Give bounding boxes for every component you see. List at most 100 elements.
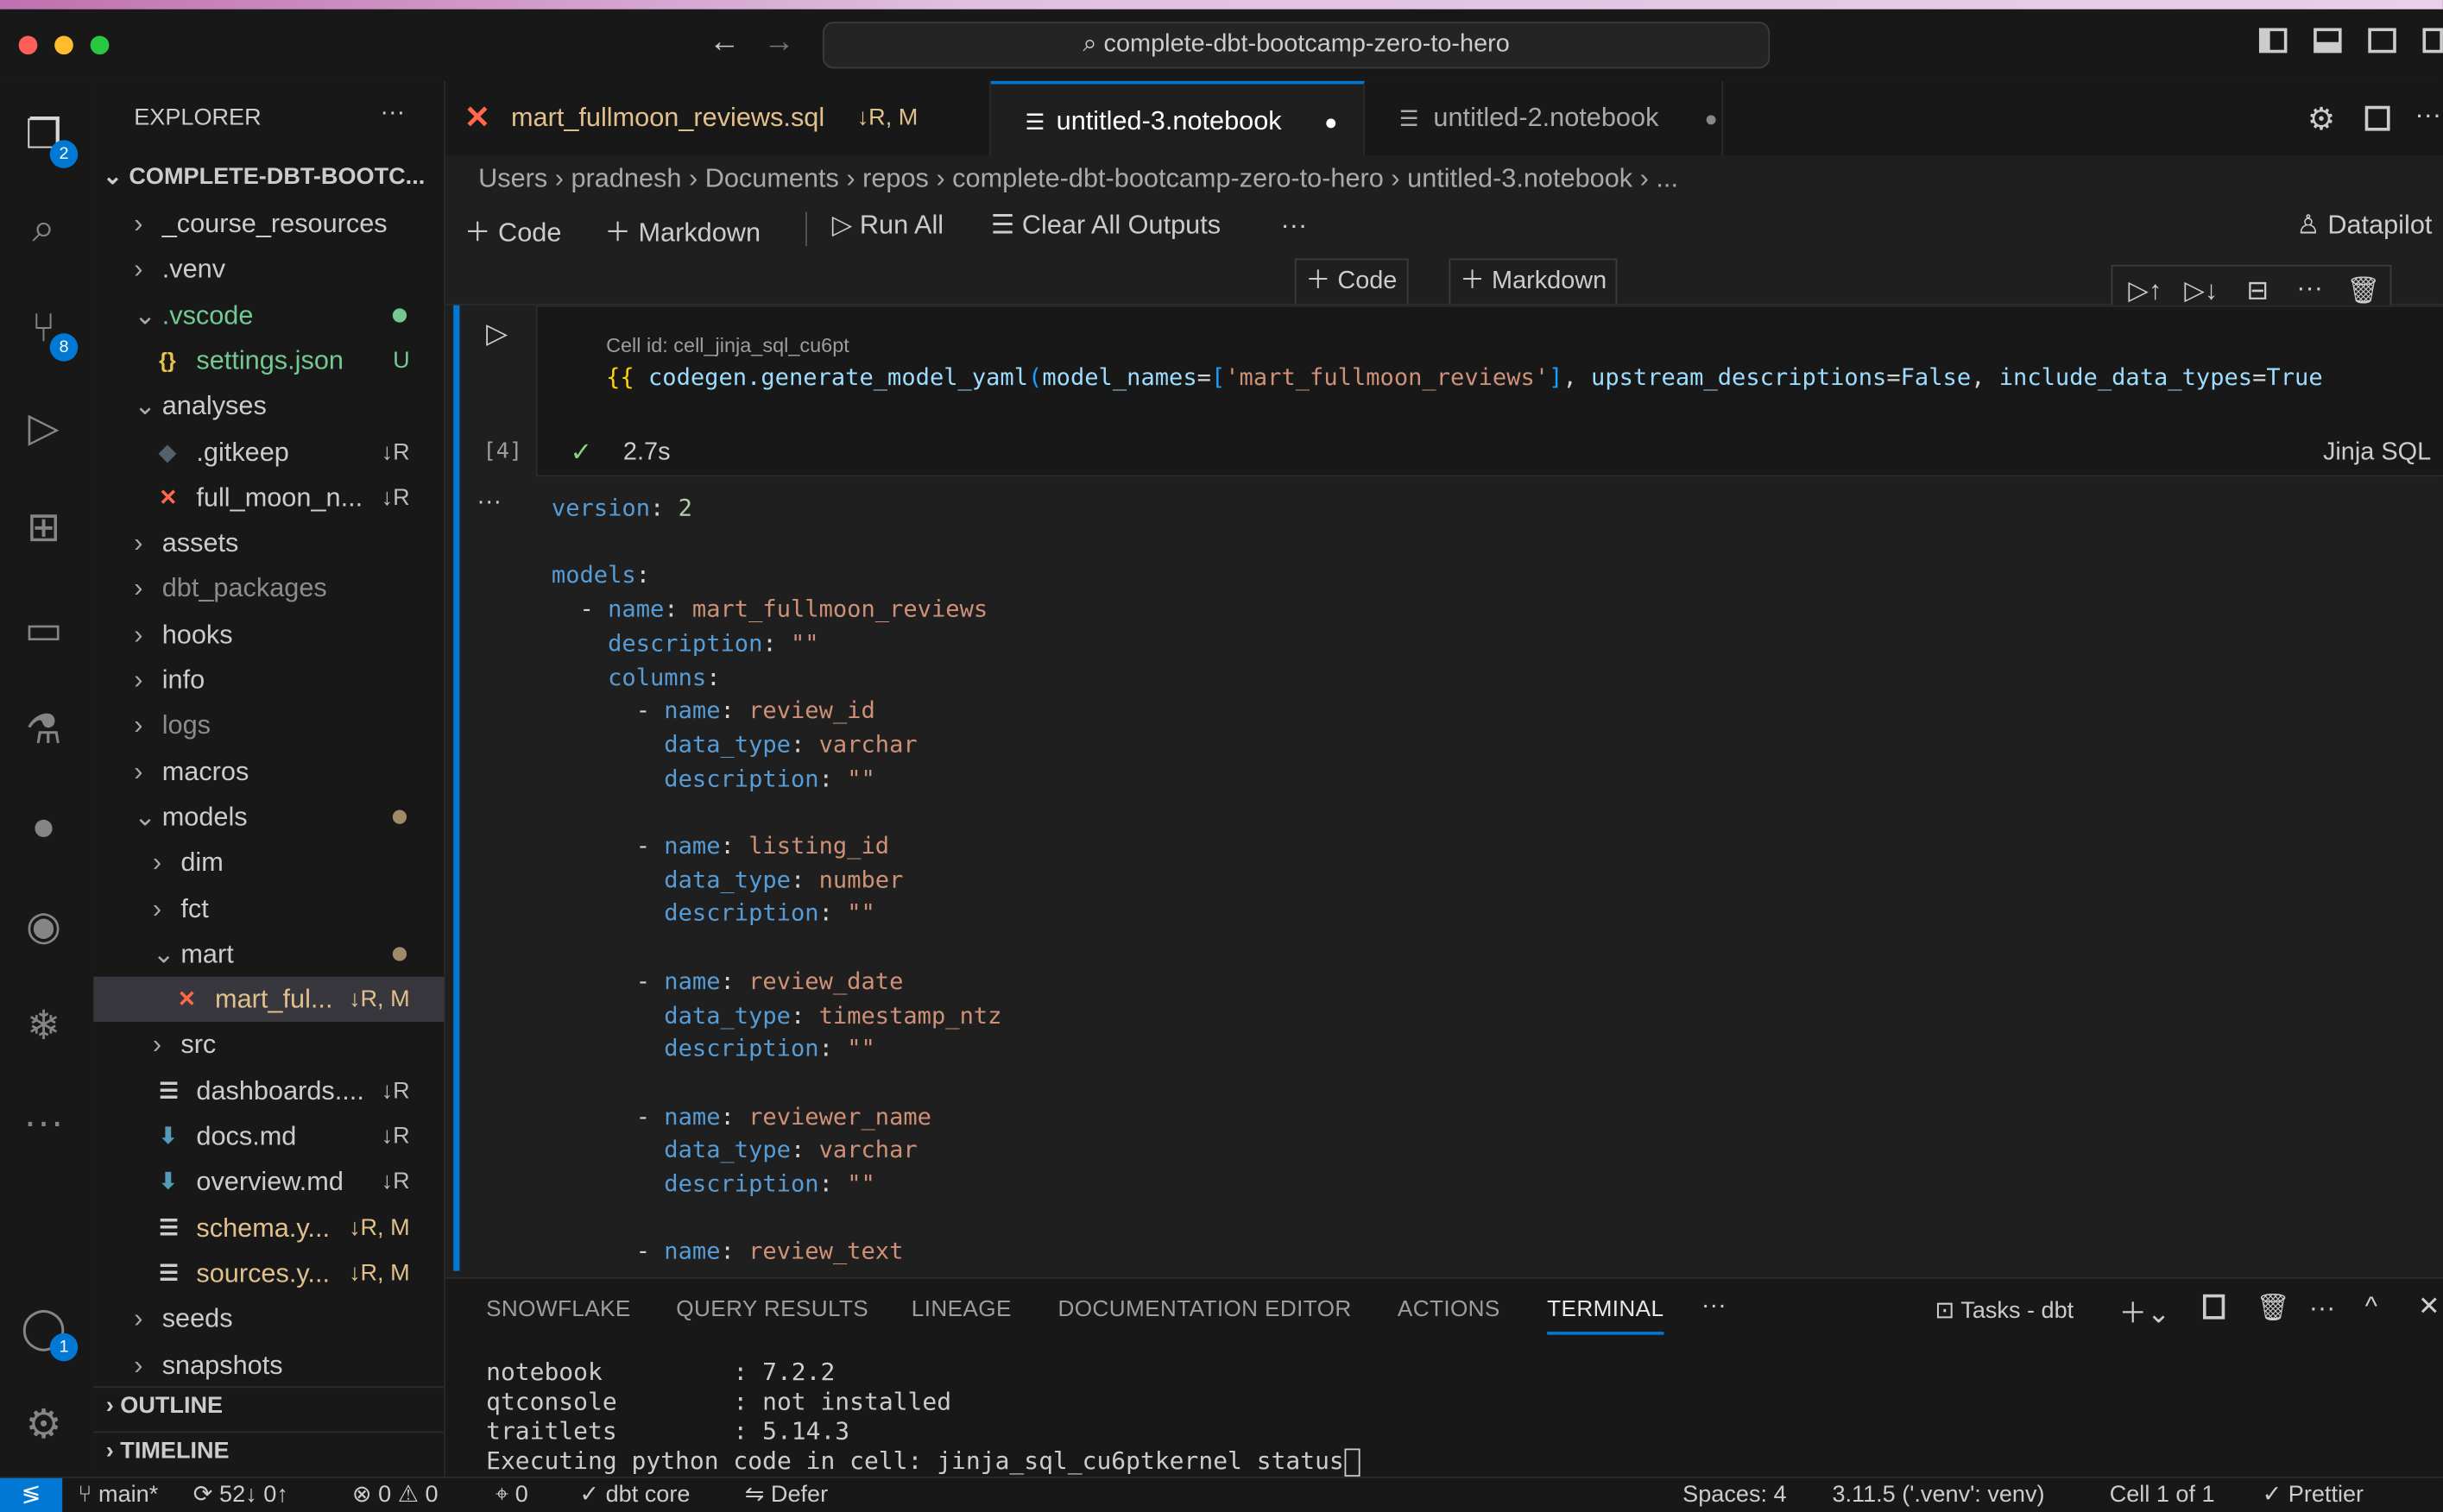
remote-indicator[interactable]: ≶ [0,1477,63,1512]
tree-item[interactable]: › macros [93,748,444,793]
unsaved-dot[interactable]: ● [1704,81,1717,156]
cell-language-picker[interactable]: Jinja SQL [2323,439,2431,467]
tree-item[interactable]: ✕ full_moon_n... ↓R [93,475,444,520]
customize-layout-icon[interactable] [2422,28,2443,54]
run-above-icon[interactable]: ▷↑ [2128,275,2162,306]
editor-more-icon[interactable]: ··· [2415,100,2441,131]
breadcrumb-item[interactable]: untitled-3.notebook [1407,164,1632,193]
github-icon[interactable]: ● [16,797,72,854]
accounts-icon[interactable]: ◯ 1 [16,1299,79,1362]
dbt-core-indicator[interactable]: ✓ dbt core [579,1478,690,1512]
tree-item[interactable]: ⌄ analyses [93,383,444,428]
more-views-icon[interactable]: ··· [16,1093,72,1150]
run-cell-button[interactable]: ▷ [486,318,508,350]
breadcrumb-item[interactable]: complete-dbt-bootcamp-zero-to-hero [952,164,1384,193]
toolbar-more-button[interactable]: ··· [1281,211,1308,242]
tree-item[interactable]: › dbt_packages [93,566,444,611]
run-below-icon[interactable]: ▷↓ [2184,275,2218,306]
tree-item[interactable]: ☰ dashboards.... ↓R [93,1068,444,1113]
breadcrumb-item[interactable]: Users [478,164,547,193]
panel-tab[interactable]: QUERY RESULTS [676,1297,868,1322]
split-cell-icon[interactable]: ⊟ [2247,275,2269,306]
tree-item[interactable]: › src [93,1023,444,1068]
breadcrumb-item[interactable]: ... [1656,164,1678,193]
tree-item[interactable]: › assets [93,520,444,565]
indentation-indicator[interactable]: Spaces: 4 [1682,1478,1786,1512]
tree-item[interactable]: › info [93,658,444,702]
command-center-search[interactable]: ⌕ complete-dbt-bootcamp-zero-to-hero [822,22,1771,69]
run-debug-icon[interactable]: ▷ [16,399,72,455]
tab-mart-fullmoon-reviews[interactable]: ✕ mart_fullmoon_reviews.sql ↓R, M [445,80,991,156]
split-terminal-icon[interactable] [2202,1294,2225,1320]
timeline-section[interactable]: › TIMELINE [106,1438,230,1465]
tree-item[interactable]: › snapshots [93,1342,444,1387]
explorer-icon[interactable]: ❐ 2 [16,106,79,168]
tab-untitled-2-notebook[interactable]: ☰ untitled-2.notebook ● [1365,80,1724,156]
tree-item[interactable]: ☰ schema.y... ↓R, M [93,1205,444,1250]
ports-indicator[interactable]: ⌖ 0 [496,1478,528,1512]
terminal-selector[interactable]: ⊡ Tasks - dbt [1935,1296,2074,1324]
panel-tab[interactable]: LINEAGE [912,1297,1012,1322]
output-more-icon[interactable]: ··· [477,489,502,517]
forward-arrow-icon[interactable]: → [763,25,794,61]
toggle-sidebar-icon[interactable] [2258,28,2288,54]
panel-tab[interactable]: DOCUMENTATION EDITOR [1057,1297,1351,1322]
panel-tabs-more-icon[interactable]: ··· [1701,1293,1727,1320]
branch-indicator[interactable]: ⑂ main* [78,1478,158,1512]
tree-item[interactable]: ☰ sources.y... ↓R, M [93,1251,444,1295]
python-interpreter[interactable]: 3.11.5 ('.venv': venv) [1832,1478,2044,1512]
add-markdown-button[interactable]: ＋ Markdown [604,211,761,249]
tree-item[interactable]: ⌄ mart [93,931,444,976]
remote-explorer-icon[interactable]: ▭ [16,602,72,658]
add-code-button[interactable]: ＋ Code [464,211,562,249]
tree-item[interactable]: › .venv [93,247,444,292]
sync-indicator[interactable]: ⟳ 52↓ 0↑ [193,1478,288,1512]
kill-terminal-icon[interactable]: 🗑 [2256,1293,2289,1324]
breadcrumb-item[interactable]: pradnesh [571,164,681,193]
source-control-icon[interactable]: ⑂ 8 [16,299,79,362]
extensions-icon[interactable]: ⊞ [16,499,72,555]
tree-item[interactable]: ⌄ .vscode [93,293,444,337]
explorer-more-icon[interactable]: ··· [380,100,405,128]
delete-cell-icon[interactable]: 🗑 [2346,275,2380,306]
tree-item[interactable]: ◆ .gitkeep ↓R [93,429,444,474]
tree-item[interactable]: › dim [93,840,444,885]
snowflake-icon[interactable]: ❄ [16,997,72,1053]
new-terminal-icon[interactable]: ＋⌄ [2119,1291,2171,1332]
tree-item[interactable]: › seeds [93,1296,444,1341]
problems-indicator[interactable]: ⊗ 0 ⚠ 0 [352,1478,439,1512]
unsaved-dot[interactable]: ● [1324,84,1337,159]
insert-markdown-cell-button[interactable]: ＋ Markdown [1449,258,1618,306]
cell-more-icon[interactable]: ··· [2296,273,2323,304]
manage-gear-icon[interactable]: ⚙ [16,1395,72,1452]
tree-item[interactable]: {} settings.json U [93,337,444,382]
panel-more-icon[interactable]: ··· [2309,1293,2336,1324]
close-window-button[interactable] [18,35,38,55]
tree-item[interactable]: ✕ mart_ful... ↓R, M [93,976,445,1023]
close-panel-icon[interactable]: ✕ [2418,1291,2440,1322]
outline-section[interactable]: › OUTLINE [106,1392,223,1419]
insert-code-cell-button[interactable]: ＋ Code [1294,258,1409,306]
cell-indicator[interactable]: Cell 1 of 1 [2110,1478,2215,1512]
datapilot-button[interactable]: ♙ Datapilot [2296,211,2432,242]
testing-flask-icon[interactable]: ⚗ [16,701,72,757]
prettier-indicator[interactable]: ✓ Prettier [2263,1478,2364,1512]
panel-tab[interactable]: SNOWFLAKE [486,1297,631,1322]
tree-item[interactable]: › logs [93,703,444,748]
terminal-output[interactable]: notebook : 7.2.2 qtconsole : not installe… [486,1358,1360,1477]
tree-item[interactable]: ⬇ overview.md ↓R [93,1159,444,1204]
back-arrow-icon[interactable]: ← [709,25,740,61]
maximize-panel-icon[interactable]: ^ [2365,1291,2377,1322]
notebook-settings-gear-icon[interactable]: ⚙ [2307,100,2335,139]
workspace-root[interactable]: ⌄ COMPLETE-DBT-BOOTC... [103,162,425,191]
tree-item[interactable]: › hooks [93,612,444,657]
tab-untitled-3-notebook[interactable]: ☰ untitled-3.notebook ● [990,80,1366,159]
tree-item[interactable]: › _course_resources [93,201,444,246]
breadcrumb-item[interactable]: Documents [705,164,839,193]
database-elephant-icon[interactable]: ◉ [16,898,72,954]
tree-item[interactable]: ⌄ models [93,794,444,839]
clear-all-outputs-button[interactable]: ☰ Clear All Outputs [991,211,1221,242]
minimize-window-button[interactable] [54,35,73,55]
split-editor-icon[interactable] [2364,105,2390,131]
run-all-button[interactable]: ▷ Run All [832,211,944,242]
